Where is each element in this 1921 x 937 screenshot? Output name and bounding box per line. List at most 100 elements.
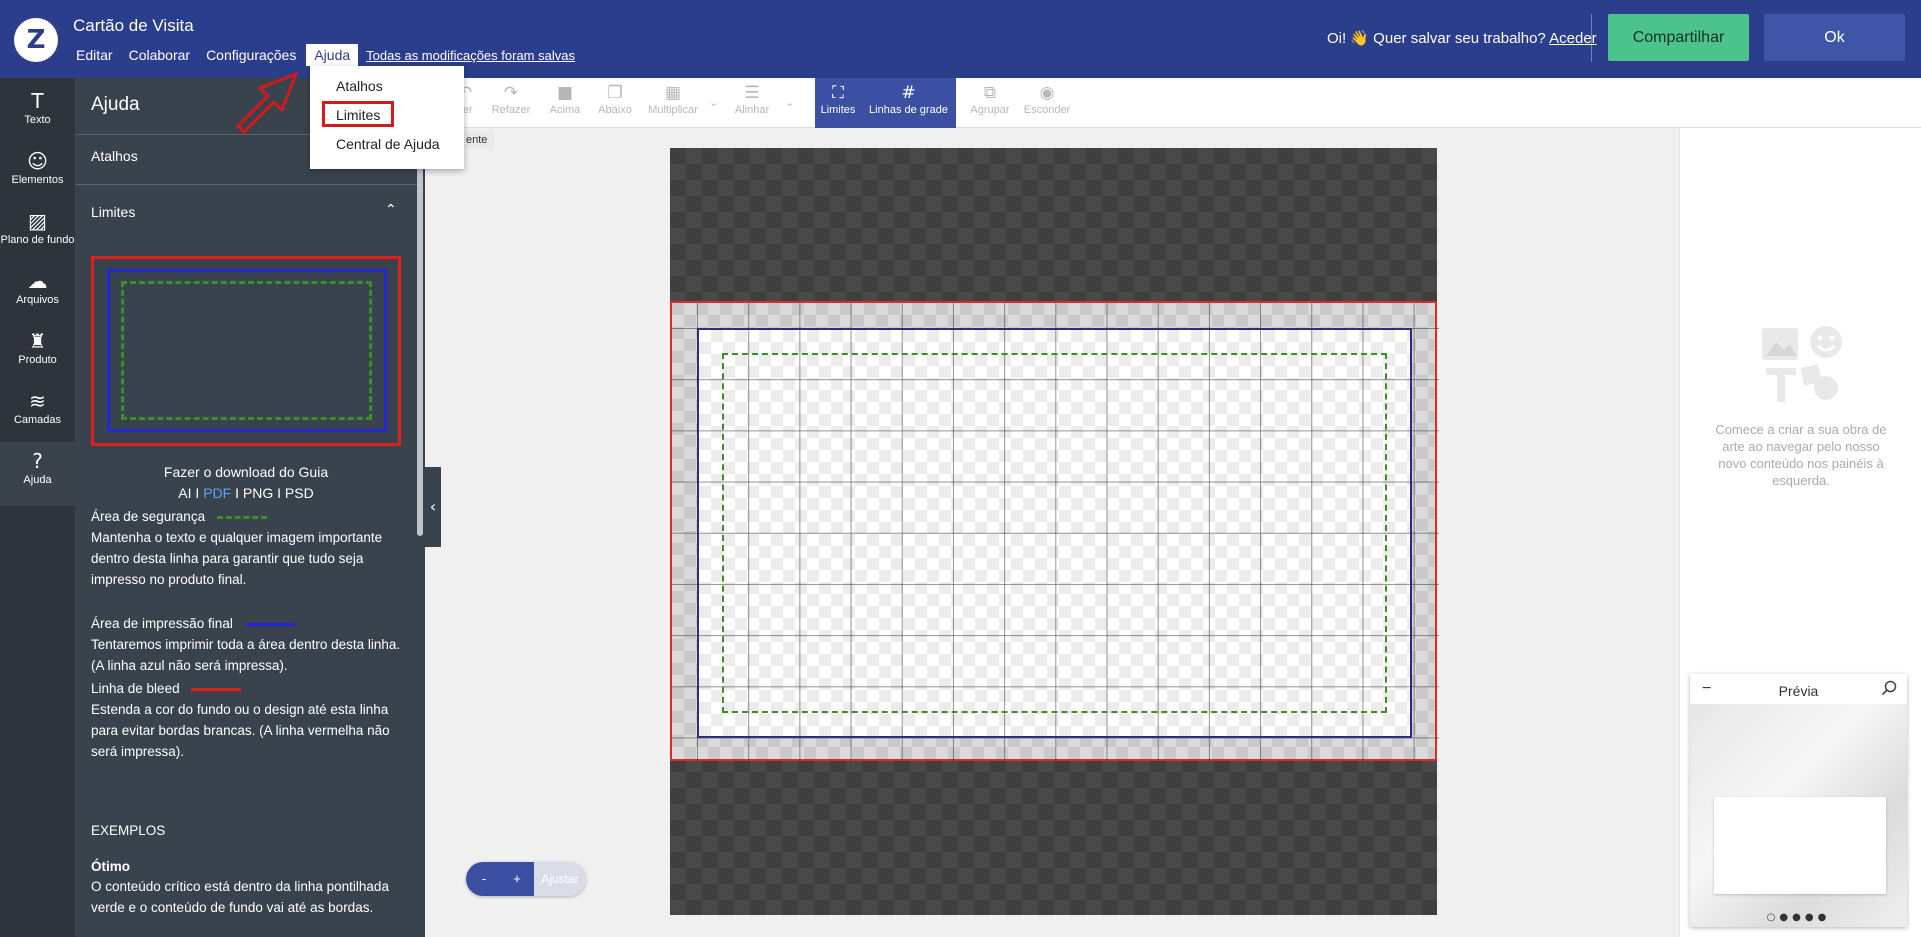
design-canvas[interactable] <box>670 148 1439 915</box>
format-ai-link[interactable]: AI <box>178 485 191 501</box>
rail-item-arquivos[interactable]: ☁ Arquivos <box>0 268 75 326</box>
example-great-text: O conteúdo crítico está dentro da linha … <box>91 879 389 915</box>
toolbar-label: Abaixo <box>598 104 632 116</box>
hide-icon: ◉ <box>1039 83 1055 103</box>
zoom-fit-button[interactable]: Ajustar <box>534 862 586 896</box>
menu-configuracoes[interactable]: Configurações <box>198 44 304 66</box>
empty-state-icon <box>1762 326 1842 402</box>
greeting-text: Oi! 👋 Quer salvar seu trabalho? <box>1327 30 1546 47</box>
panel-scrollbar[interactable] <box>417 156 423 536</box>
print-line-swatch <box>244 622 295 626</box>
section-limites[interactable]: Limites <box>91 204 135 220</box>
rail-item-texto[interactable]: T Texto <box>0 88 75 146</box>
panel-title: Ajuda <box>91 94 140 115</box>
chevron-down-icon[interactable]: ⌄ <box>709 96 718 109</box>
toolbar-hide[interactable]: ◉ Esconder <box>1017 78 1077 128</box>
left-tool-rail: T Texto ☺ Elementos ▨ Plano de fundo ☁ A… <box>0 78 75 937</box>
toolbar-gridlines[interactable]: # Linhas de grade <box>861 78 956 128</box>
dropdown-item-central-de-ajuda[interactable]: Central de Ajuda <box>336 136 440 152</box>
empty-state-text: Comece a criar a sua obra de arte ao nav… <box>1715 422 1887 488</box>
top-bar: Z Cartão de Visita Editar Colaborar Conf… <box>0 0 1921 78</box>
download-guide-label: Fazer o download do Guia <box>163 464 329 480</box>
zazzle-logo-icon[interactable]: Z <box>14 18 58 62</box>
pagination-dot[interactable]: ● <box>1792 912 1805 923</box>
toolbar-send-backward[interactable]: ❐ Abaixo <box>593 78 637 128</box>
toolbar-multiply[interactable]: ▦ Multiplicar <box>643 78 703 128</box>
format-psd-link[interactable]: PSD <box>285 485 314 501</box>
chevron-up-icon[interactable]: ⌃ <box>385 202 397 218</box>
product-icon: ♜ <box>28 329 47 353</box>
zoom-control: - + Ajustar <box>466 862 586 896</box>
toolbar-label: Limites <box>820 104 856 116</box>
toolbar-label: Acima <box>549 104 581 116</box>
dropdown-item-atalhos[interactable]: Atalhos <box>336 78 383 94</box>
help-icon: ? <box>32 449 43 473</box>
safety-line-swatch <box>216 515 267 519</box>
toolbar-limits[interactable]: ⛶ Limites <box>815 78 861 128</box>
rail-item-plano-de-fundo[interactable]: ▨ Plano de fundo <box>0 208 75 266</box>
example-great-title: Ótimo <box>91 859 130 874</box>
rail-item-elementos[interactable]: ☺ Elementos <box>0 148 75 206</box>
preview-card <box>1714 797 1886 894</box>
bleed-area <box>670 301 1439 763</box>
pagination-dot[interactable]: ● <box>1805 912 1818 923</box>
text-icon: T <box>31 89 44 113</box>
pagination-dot[interactable]: ● <box>1779 912 1792 923</box>
help-dropdown-menu: Atalhos Limites Central de Ajuda <box>310 66 464 169</box>
toolbar-label: Refazer <box>491 104 531 116</box>
toolbar-bring-forward[interactable]: ■ Acima <box>543 78 587 128</box>
rail-item-label: Elementos <box>11 174 64 186</box>
zoom-out-button[interactable]: - <box>466 862 502 896</box>
preview-title: Prévia <box>1778 683 1819 699</box>
pagination-dot[interactable]: ○ <box>1767 912 1780 923</box>
upload-icon: ☁ <box>27 269 48 293</box>
rail-item-label: Plano de fundo <box>0 234 75 246</box>
format-pdf-link[interactable]: PDF <box>203 485 231 501</box>
toolbar-label: Alinhar <box>734 104 770 116</box>
safety-area <box>722 353 1387 713</box>
menu-colaborar[interactable]: Colaborar <box>121 44 198 66</box>
tooltip-fragment: ente <box>464 131 494 149</box>
collapse-panel-tab[interactable]: ‹ <box>425 467 441 547</box>
section-atalhos[interactable]: Atalhos <box>91 148 138 164</box>
format-png-link[interactable]: PNG <box>243 485 273 501</box>
login-link[interactable]: Aceder <box>1549 30 1597 47</box>
redo-icon: ↷ <box>503 83 519 103</box>
toolbar-redo[interactable]: ↷ Refazer <box>489 78 533 128</box>
toolbar-group[interactable]: ⧉ Agrupar <box>965 78 1015 128</box>
safety-area-text: Mantenha o texto e qualquer imagem impor… <box>91 530 383 587</box>
toolbar-align[interactable]: ☰ Alinhar <box>727 78 777 128</box>
rail-item-ajuda[interactable]: ? Ajuda <box>0 442 75 506</box>
toolbar-label: Linhas de grade <box>869 104 948 116</box>
bleed-line-title: Linha de bleed <box>91 681 180 696</box>
preview-image[interactable] <box>1690 704 1907 927</box>
zoom-in-button[interactable]: + <box>500 862 534 896</box>
share-button[interactable]: Compartilhar <box>1608 14 1749 61</box>
group-icon: ⧉ <box>983 83 997 103</box>
safety-area-description: Área de segurança Mantenha o texto e qua… <box>91 506 406 590</box>
grid-icon: # <box>901 83 916 103</box>
elements-icon: ☺ <box>27 149 48 173</box>
preview-pagination[interactable]: ○●●●● <box>1690 912 1907 923</box>
send-backward-icon: ❐ <box>607 83 623 103</box>
toolbar-label: Agrupar <box>970 104 1010 116</box>
menu-ajuda[interactable]: Ajuda <box>306 44 359 66</box>
toolbar-label: Multiplicar <box>648 104 698 116</box>
limits-icon: ⛶ <box>832 83 844 103</box>
help-panel: Ajuda Atalhos Limites ⌃ Fazer o download… <box>75 78 425 937</box>
download-formats: AI I PDF I PNG I PSD <box>178 485 314 501</box>
pagination-dot[interactable]: ● <box>1818 912 1831 923</box>
rail-item-label: Ajuda <box>23 474 52 486</box>
highlight-box <box>322 101 394 127</box>
rail-item-produto[interactable]: ♜ Produto <box>0 328 75 386</box>
bring-forward-icon: ■ <box>556 83 574 103</box>
menu-editar[interactable]: Editar <box>68 44 121 66</box>
ok-button[interactable]: Ok <box>1764 14 1905 61</box>
menu-bar: Editar Colaborar Configurações Ajuda Tod… <box>68 44 575 66</box>
search-icon[interactable] <box>1881 680 1897 696</box>
toolbar: ↶ zer ↷ Refazer ■ Acima ❐ Abaixo ▦ Multi… <box>425 78 1921 128</box>
chevron-down-icon[interactable]: ⌄ <box>785 96 794 109</box>
print-area-title: Área de impressão final <box>91 616 233 631</box>
rail-item-camadas[interactable]: ≋ Camadas <box>0 388 75 446</box>
save-status-link[interactable]: Todas as modificações foram salvas <box>366 48 575 63</box>
